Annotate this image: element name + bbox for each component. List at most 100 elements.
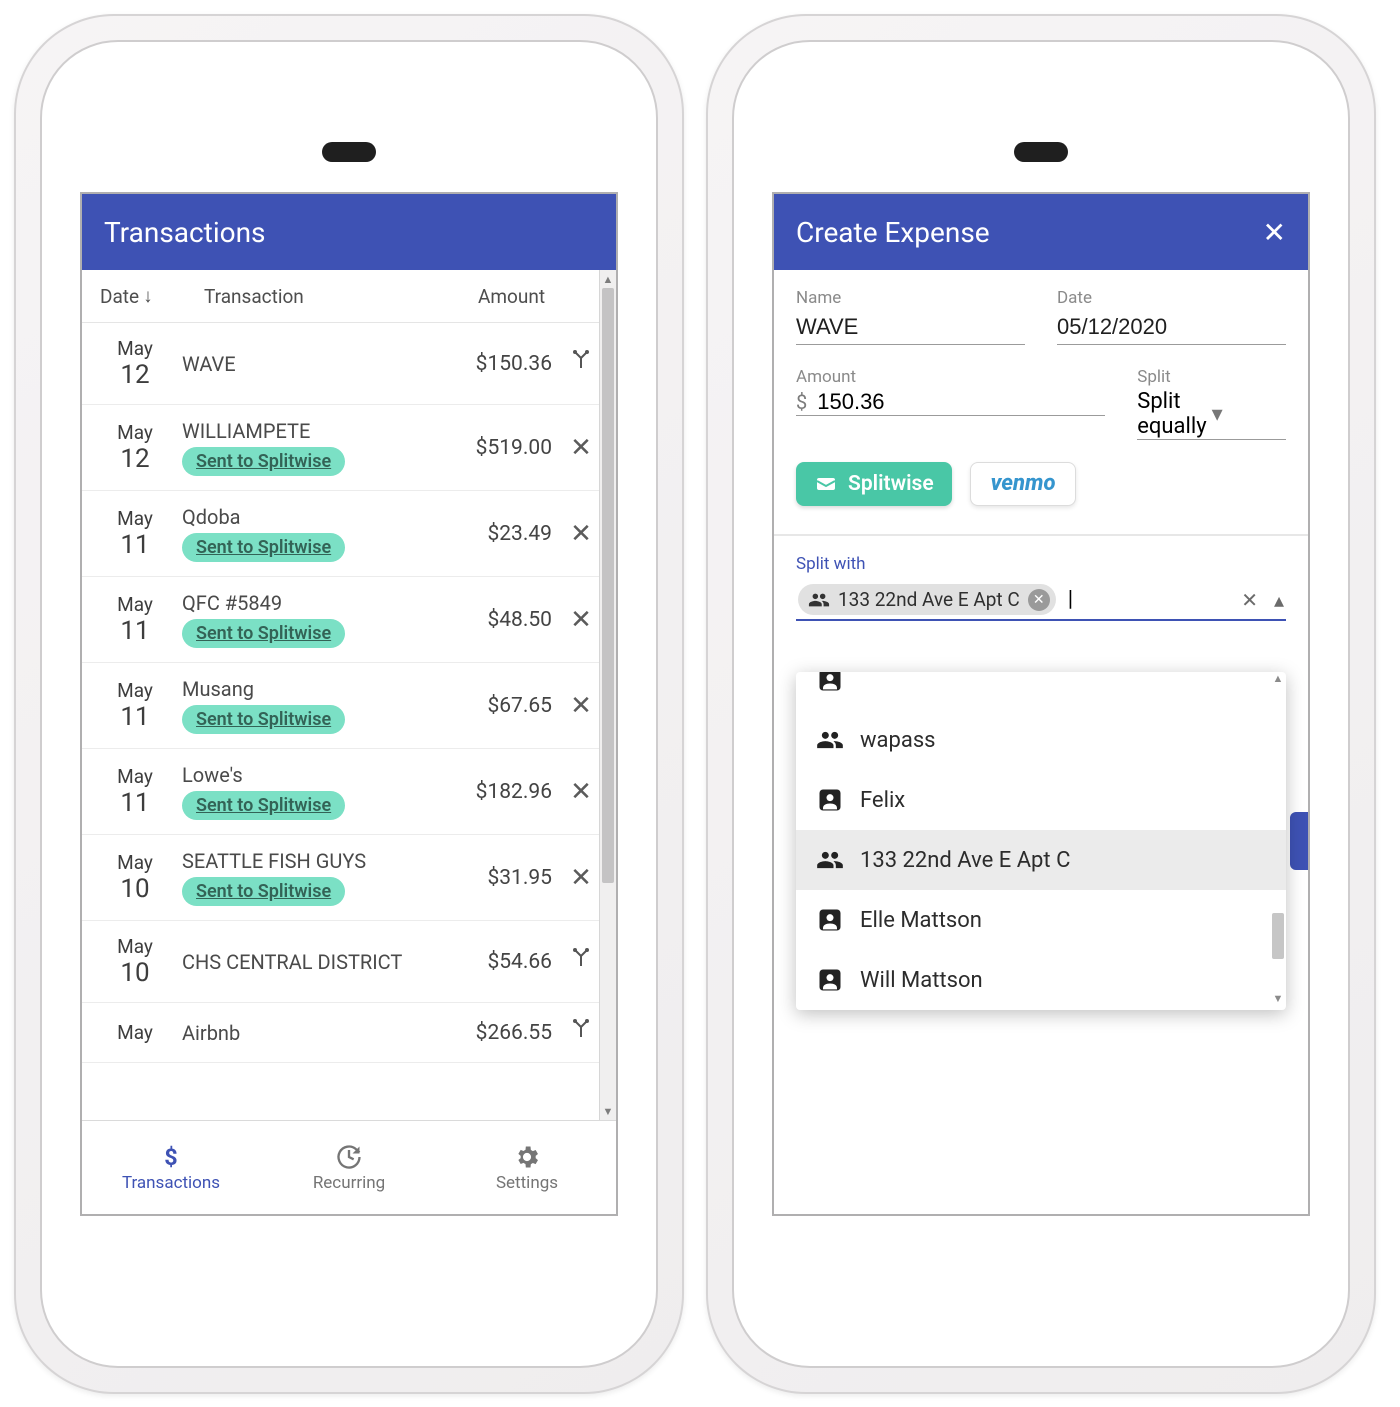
save-button-peek[interactable] xyxy=(1290,812,1308,870)
split-with-label: Split with xyxy=(796,554,1286,574)
close-icon[interactable]: ✕ xyxy=(1263,216,1286,249)
recurring-icon xyxy=(335,1143,363,1171)
tab-transactions[interactable]: $ Transactions xyxy=(82,1121,260,1214)
scroll-thumb[interactable] xyxy=(602,288,614,883)
tx-amount: $23.49 xyxy=(442,522,552,546)
chip-remove-icon[interactable]: ✕ xyxy=(1028,589,1050,611)
sort-down-icon: ↓ xyxy=(143,284,153,308)
divider xyxy=(774,534,1308,536)
name-input[interactable] xyxy=(796,310,1025,345)
dismiss-icon[interactable]: ✕ xyxy=(564,605,598,635)
chip-selected[interactable]: 133 22nd Ave E Apt C ✕ xyxy=(798,584,1056,615)
dismiss-icon[interactable]: ✕ xyxy=(564,519,598,549)
splitwise-button[interactable]: Splitwise xyxy=(796,462,952,506)
clear-input-icon[interactable]: ✕ xyxy=(1241,588,1258,612)
scroll-up-icon[interactable]: ▲ xyxy=(600,270,616,288)
dropdown-item[interactable]: 133 22nd Ave E Apt C xyxy=(796,830,1286,890)
table-row[interactable]: May12WAVE$150.36 xyxy=(82,323,616,405)
scroll-thumb[interactable] xyxy=(1272,913,1284,959)
currency-symbol: $ xyxy=(796,390,807,414)
sensor-pill xyxy=(322,142,376,162)
col-transaction-header[interactable]: Transaction xyxy=(204,285,466,308)
tx-date: May12 xyxy=(100,421,170,474)
tx-amount: $519.00 xyxy=(442,436,552,460)
sensor-pill xyxy=(1014,142,1068,162)
date-input[interactable] xyxy=(1057,310,1286,345)
scroll-down-icon[interactable]: ▼ xyxy=(1270,992,1286,1010)
table-row[interactable]: May11MusangSent to Splitwise $67.65 ✕ xyxy=(82,663,616,749)
scroll-up-icon[interactable]: ▲ xyxy=(1270,672,1286,690)
tx-date: May11 xyxy=(100,507,170,560)
amount-field: Amount $ xyxy=(796,367,1105,440)
tx-date: May xyxy=(100,1021,170,1044)
dropdown-item[interactable]: wapass xyxy=(796,710,1286,770)
phone-left-mock: Transactions ▲ ▼ Date ↓ Transaction Amou… xyxy=(14,14,684,1394)
sent-badge[interactable]: Sent to Splitwise xyxy=(182,619,345,648)
split-icon[interactable] xyxy=(564,348,598,379)
split-select[interactable]: Split equally ▾ xyxy=(1137,389,1286,440)
split-with-input[interactable]: 133 22nd Ave E Apt C ✕ | ✕ ▴ xyxy=(796,580,1286,621)
split-with-dropdown: xwapassFelix133 22nd Ave E Apt CElle Mat… xyxy=(796,672,1286,1010)
tx-body: QdobaSent to Splitwise xyxy=(182,505,430,562)
sent-badge[interactable]: Sent to Splitwise xyxy=(182,877,345,906)
sent-badge[interactable]: Sent to Splitwise xyxy=(182,447,345,476)
tx-body: MusangSent to Splitwise xyxy=(182,677,430,734)
tx-date: May11 xyxy=(100,679,170,732)
dropdown-item[interactable]: x xyxy=(796,672,1286,710)
venmo-button[interactable]: venmo xyxy=(970,462,1077,506)
dismiss-icon[interactable]: ✕ xyxy=(564,433,598,463)
table-row[interactable]: May11QFC #5849Sent to Splitwise $48.50 ✕ xyxy=(82,577,616,663)
page-title: Create Expense xyxy=(796,216,990,249)
dropdown-item[interactable]: Felix xyxy=(796,770,1286,830)
split-field: Split Split equally ▾ xyxy=(1137,367,1286,440)
tab-settings[interactable]: Settings xyxy=(438,1121,616,1214)
tx-body: WILLIAMPETESent to Splitwise xyxy=(182,419,430,476)
table-row[interactable]: May10CHS CENTRAL DISTRICT$54.66 xyxy=(82,921,616,1003)
app-bar-create-expense: Create Expense ✕ xyxy=(774,194,1308,270)
dropdown-item[interactable]: Elle Mattson xyxy=(796,890,1286,950)
tab-recurring[interactable]: Recurring xyxy=(260,1121,438,1214)
tx-date: May11 xyxy=(100,593,170,646)
chevron-up-icon[interactable]: ▴ xyxy=(1274,588,1284,612)
table-row[interactable]: May10SEATTLE FISH GUYSSent to Splitwise$… xyxy=(82,835,616,921)
table-row[interactable]: May11QdobaSent to Splitwise $23.49 ✕ xyxy=(82,491,616,577)
group-icon xyxy=(808,589,830,611)
chevron-down-icon: ▾ xyxy=(1212,402,1286,427)
dismiss-icon[interactable]: ✕ xyxy=(564,777,598,807)
splitwise-icon xyxy=(814,472,838,496)
tx-date: May12 xyxy=(100,337,170,390)
dismiss-icon[interactable]: ✕ xyxy=(564,863,598,893)
tx-body: Lowe'sSent to Splitwise xyxy=(182,763,430,820)
tx-amount: $31.95 xyxy=(442,866,552,890)
col-date-header[interactable]: Date ↓ xyxy=(100,284,192,308)
scrollbar[interactable]: ▲ ▼ xyxy=(599,270,616,1120)
tx-body: QFC #5849Sent to Splitwise xyxy=(182,591,430,648)
table-row[interactable]: May11Lowe'sSent to Splitwise $182.96 ✕ xyxy=(82,749,616,835)
sent-badge[interactable]: Sent to Splitwise xyxy=(182,705,345,734)
table-row[interactable]: May Airbnb $266.55 xyxy=(82,1003,616,1063)
table-row[interactable]: May12WILLIAMPETESent to Splitwise $519.00… xyxy=(82,405,616,491)
tx-amount: $266.55 xyxy=(442,1021,552,1045)
tx-amount: $48.50 xyxy=(442,608,552,632)
split-icon[interactable] xyxy=(564,1017,598,1048)
tx-date: May10 xyxy=(100,935,170,988)
sent-badge[interactable]: Sent to Splitwise xyxy=(182,791,345,820)
dropdown-item[interactable]: Will Mattson xyxy=(796,950,1286,1010)
tx-body: Airbnb xyxy=(182,1021,430,1045)
gear-icon xyxy=(513,1143,541,1171)
tx-amount: $67.65 xyxy=(442,694,552,718)
tx-body: WAVE xyxy=(182,352,430,376)
dropdown-scrollbar[interactable]: ▲ ▼ xyxy=(1270,672,1286,1010)
tx-body: SEATTLE FISH GUYSSent to Splitwise xyxy=(182,849,430,906)
col-amount-header[interactable]: Amount xyxy=(478,285,598,308)
tx-body: CHS CENTRAL DISTRICT xyxy=(182,950,430,974)
split-icon[interactable] xyxy=(564,946,598,977)
dismiss-icon[interactable]: ✕ xyxy=(564,691,598,721)
scroll-down-icon[interactable]: ▼ xyxy=(600,1102,616,1120)
sent-badge[interactable]: Sent to Splitwise xyxy=(182,533,345,562)
svg-text:$: $ xyxy=(164,1143,177,1171)
table-header: Date ↓ Transaction Amount xyxy=(82,270,616,323)
amount-input[interactable] xyxy=(817,389,1105,415)
tx-date: May11 xyxy=(100,765,170,818)
tx-amount: $182.96 xyxy=(442,780,552,804)
